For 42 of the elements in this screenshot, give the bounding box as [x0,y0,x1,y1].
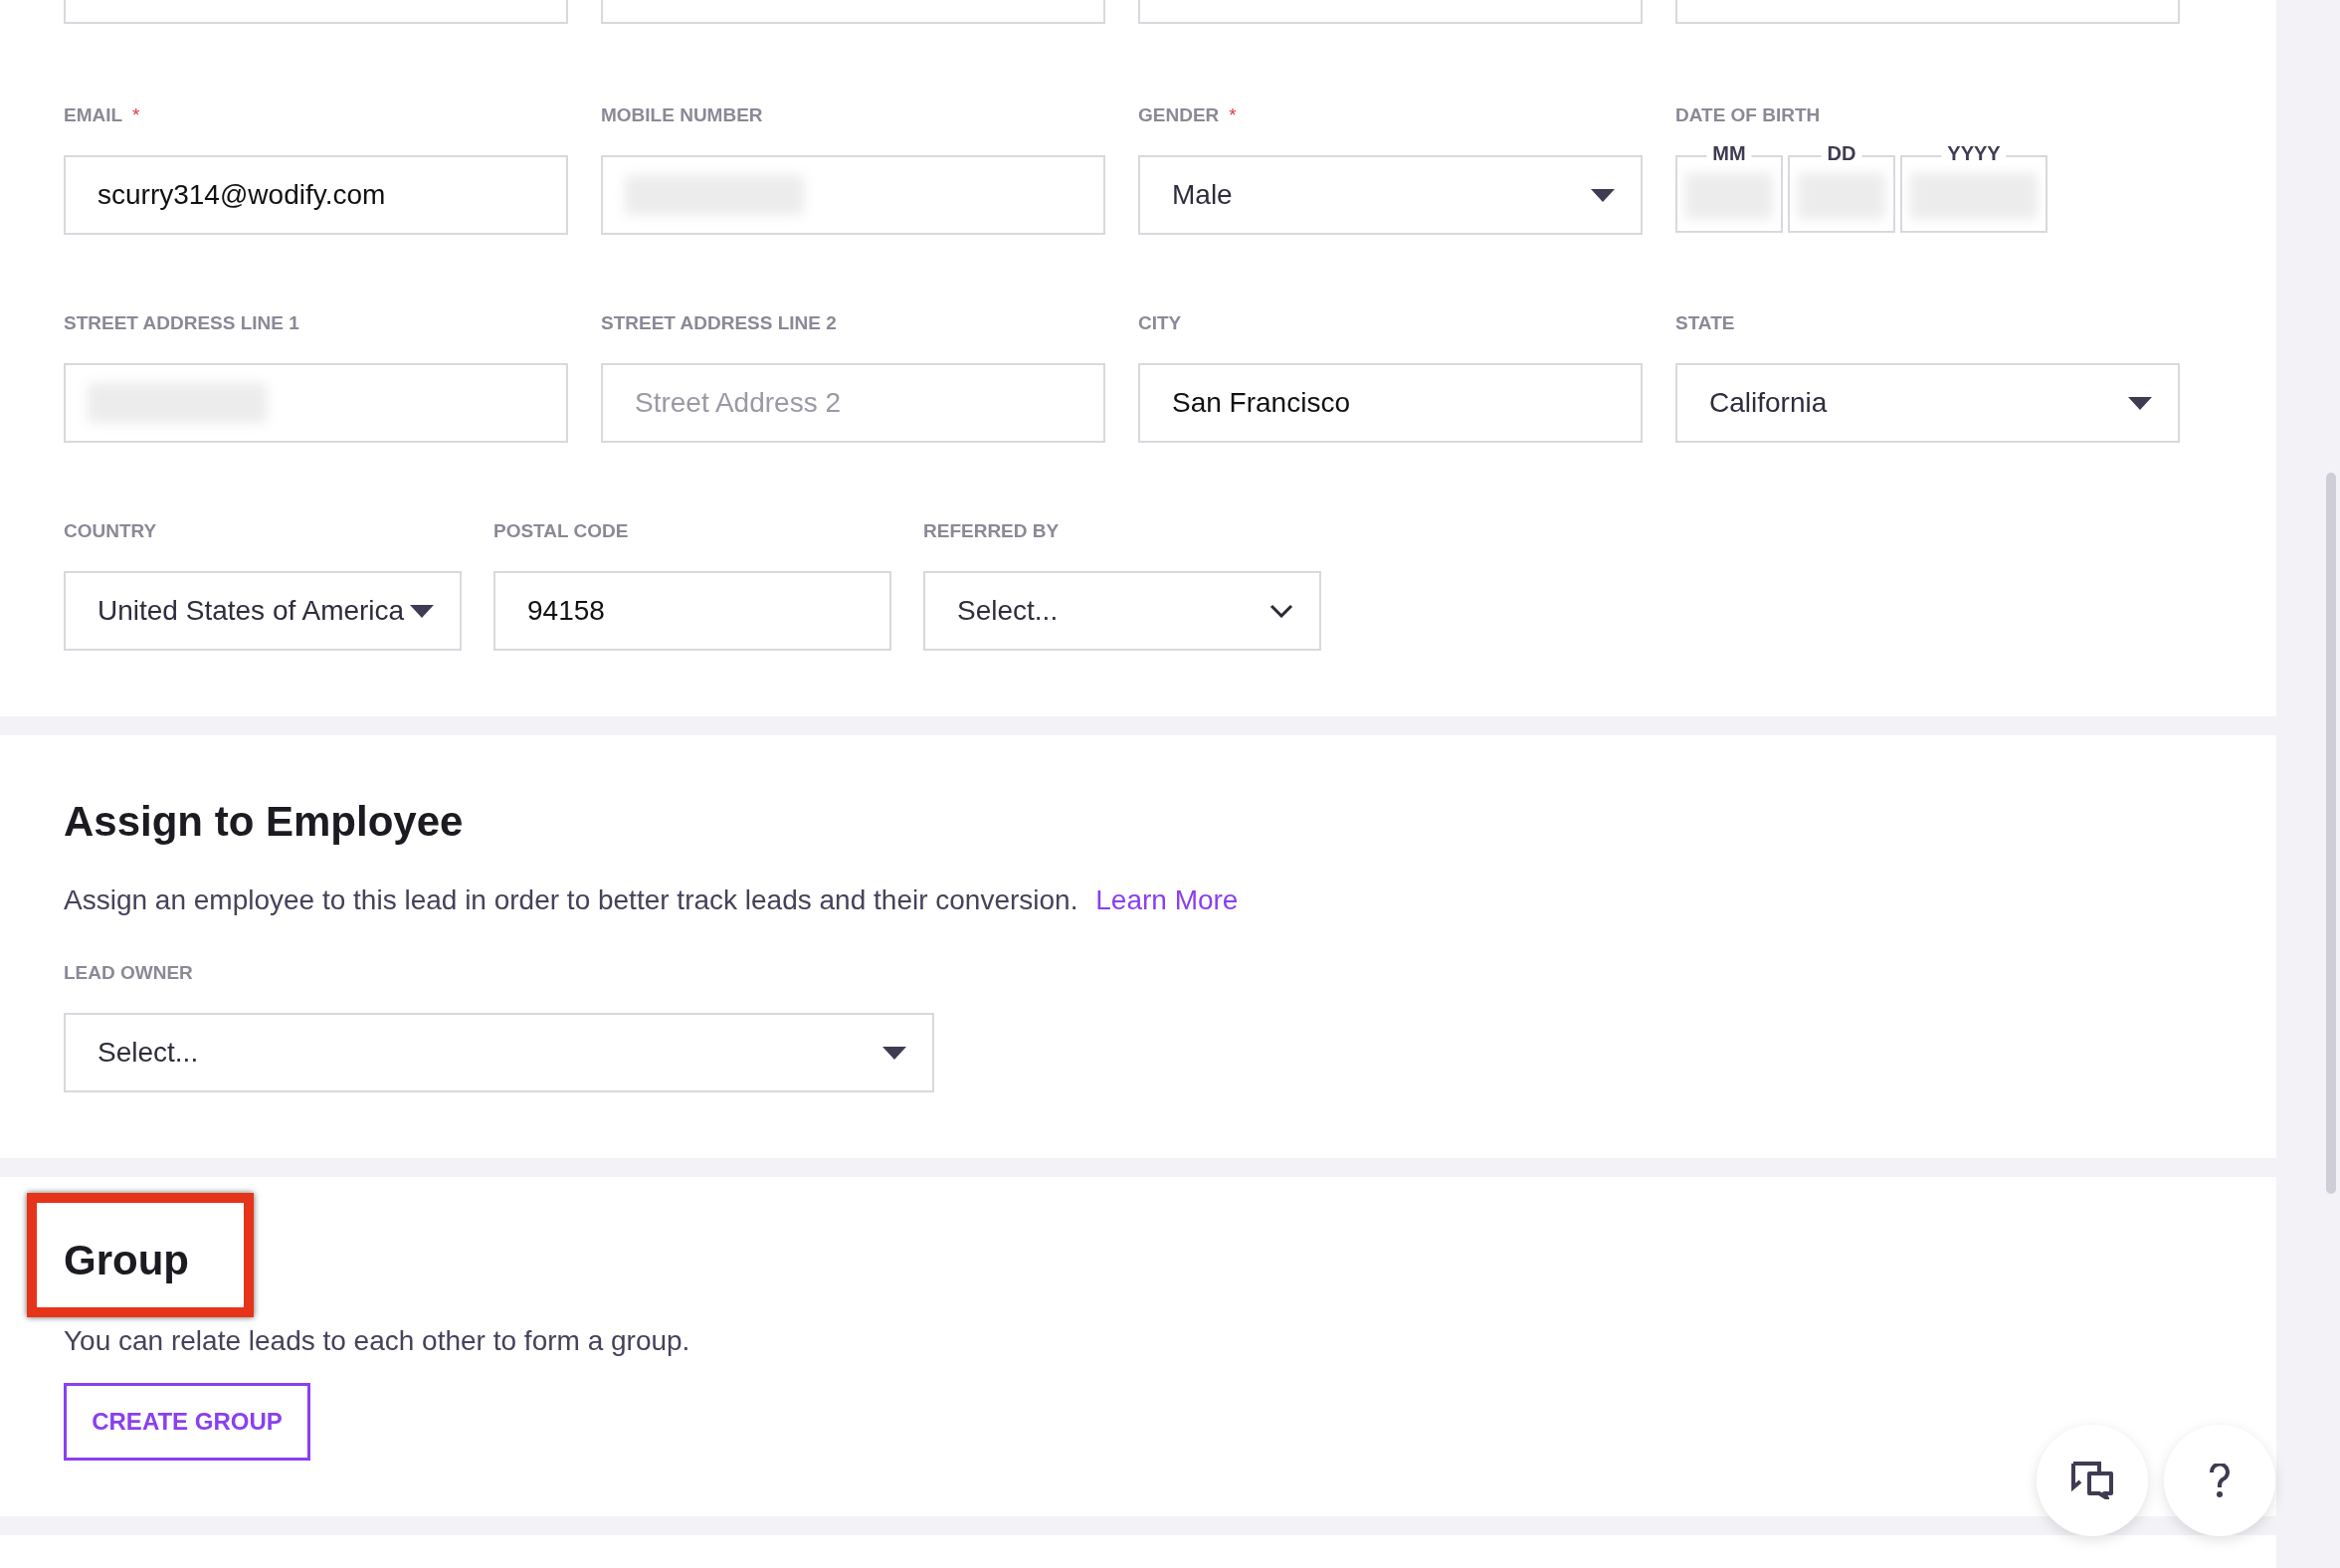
section-heading: Assign to Employee [64,797,465,847]
create-group-button[interactable]: CREATE GROUP [64,1383,310,1461]
field-label: STREET ADDRESS LINE 2 [601,310,837,335]
field-label: STREET ADDRESS LINE 1 [64,310,299,335]
input-field[interactable] [601,0,1105,24]
input-field[interactable]: San Francisco [1138,363,1643,443]
input-field[interactable]: 94158 [493,571,891,651]
field-label: POSTAL CODE [493,518,629,543]
dropdown[interactable]: Select... [923,571,1321,651]
field-label: STATE [1675,310,1735,335]
input-field[interactable] [64,363,568,443]
input-field[interactable] [64,0,568,24]
caret-icon [1591,188,1615,202]
dropdown[interactable]: Select... [64,1013,934,1092]
field-label: EMAIL [64,102,123,127]
caret-icon [410,604,434,618]
field-label: CITY [1138,310,1182,335]
help-icon [2209,1464,2231,1497]
section-description: You can relate leads to each other to form a group. [64,1324,691,1358]
learn-more-link[interactable]: Learn More [1095,884,1239,915]
field-label: COUNTRY [64,518,157,543]
input-field[interactable] [1138,0,1643,24]
field-label: GENDER [1138,102,1220,127]
section-description: Assign an employee to this lead in order to better track leads and their conversion. Learn More [64,883,1240,917]
field-label: LEAD OWNER [64,960,193,985]
section-heading: Group [64,1235,189,1285]
caret-icon [882,1046,906,1060]
required-asterisk: * [132,102,140,127]
field-label: DATE OF BIRTH [1675,102,1821,127]
chevron-down-icon [1269,604,1293,618]
input-field[interactable] [601,155,1105,235]
scrollbar-thumb[interactable] [2326,473,2336,1194]
dropdown[interactable]: Male [1138,155,1643,235]
input-field[interactable] [1675,0,2180,24]
required-asterisk: * [1229,102,1237,127]
field-label: MOBILE NUMBER [601,102,763,127]
caret-icon [2128,396,2152,410]
field-label: REFERRED BY [923,518,1060,543]
dropdown[interactable]: United States of America [64,571,462,651]
chat-bubbles-icon [2071,1462,2113,1499]
input-field[interactable]: scurry314@wodify.com [64,155,568,235]
dropdown[interactable]: California [1675,363,2180,443]
